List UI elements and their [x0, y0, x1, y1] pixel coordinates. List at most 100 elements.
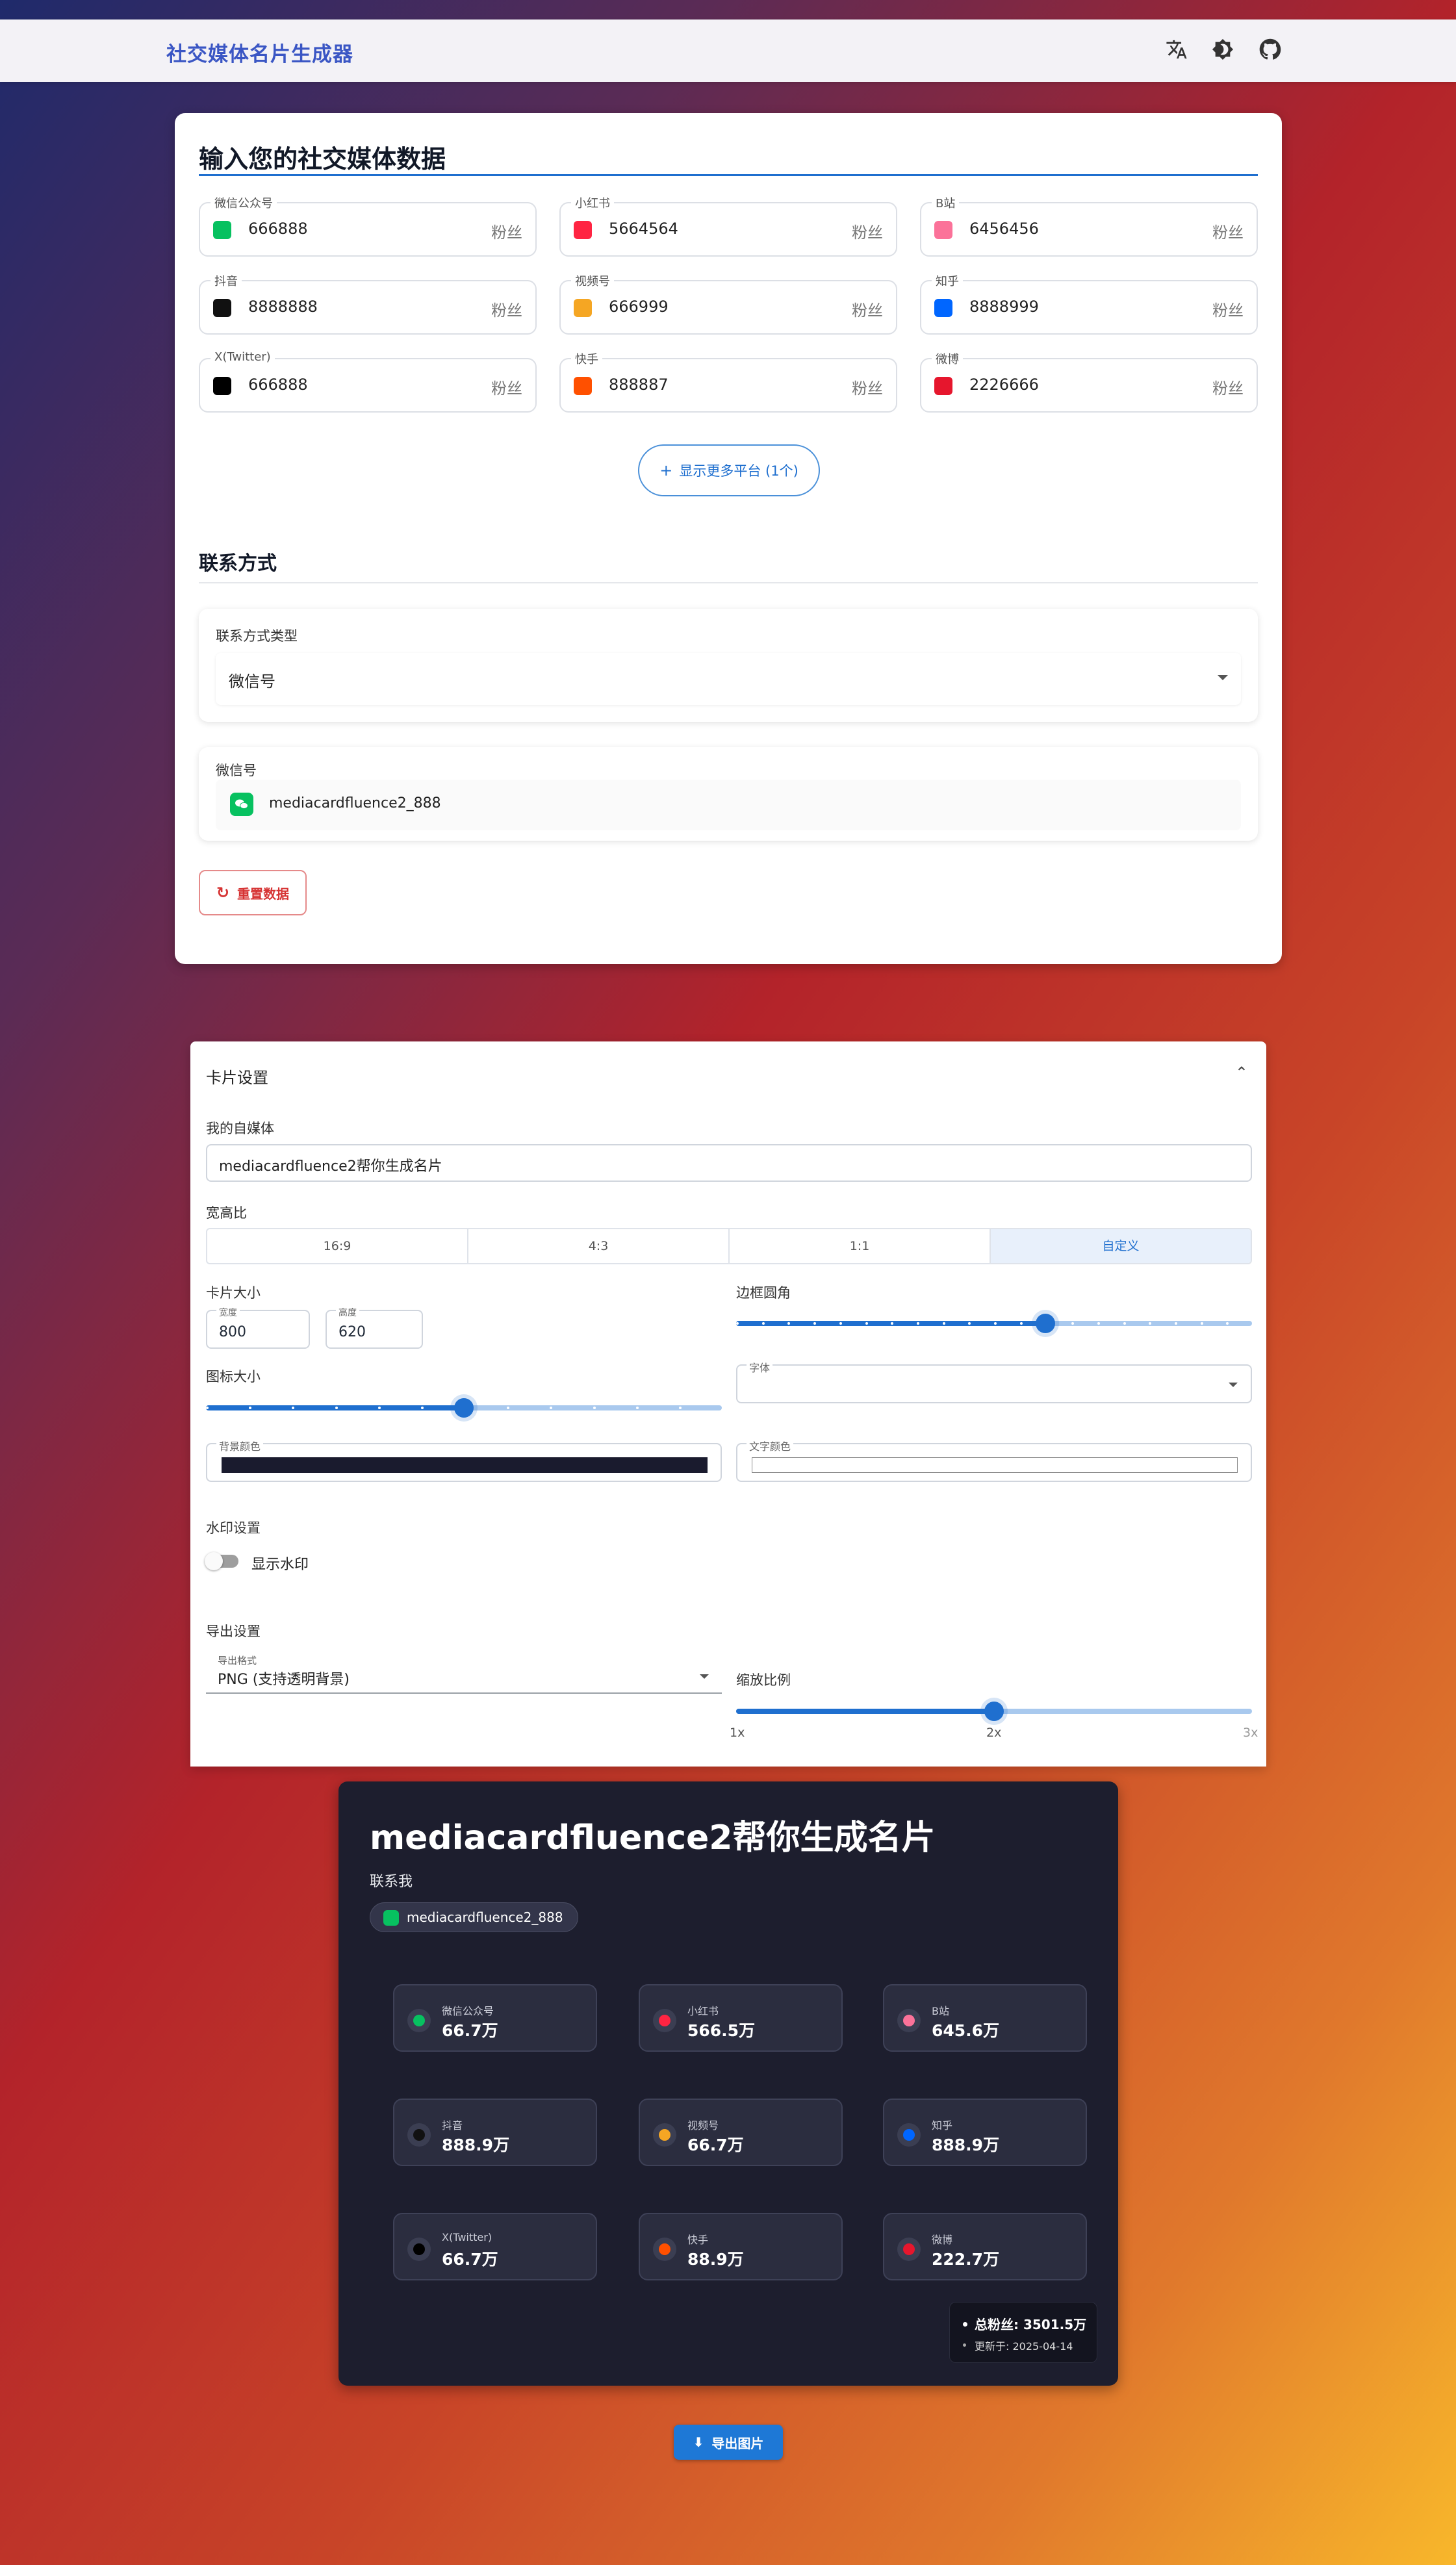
slider-track — [736, 1314, 1255, 1333]
stat-name: 知乎 — [932, 2119, 953, 2132]
slider-tick — [916, 1322, 919, 1325]
slider-tick — [420, 1407, 424, 1409]
radius-slider[interactable] — [736, 1314, 1255, 1333]
contact-type-box: 联系方式类型 微信号 — [199, 609, 1258, 722]
zhihu-icon — [934, 299, 952, 317]
slider-tick — [994, 1322, 997, 1325]
platform-field[interactable]: 小红书 5664564 粉丝 — [559, 194, 897, 257]
stat-value: 645.6万 — [932, 2021, 1000, 2040]
bg-color-picker[interactable]: 背景颜色 — [206, 1438, 722, 1482]
scale-slider[interactable] — [736, 1702, 1252, 1721]
github-icon[interactable] — [1257, 36, 1283, 62]
platform-label: 视频号 — [571, 272, 614, 289]
height-input[interactable]: 高度 620 — [326, 1306, 423, 1349]
platform-label: 微信公众号 — [211, 194, 277, 211]
slider-tick — [839, 1322, 842, 1325]
font-select[interactable]: 字体 — [736, 1359, 1252, 1403]
export-format-label: 导出格式 — [218, 1655, 257, 1666]
ratio-selector: 16:9 4:3 1:1 自定义 — [206, 1228, 1252, 1264]
platform-unit: 粉丝 — [491, 223, 522, 242]
my-media-input[interactable]: mediacardfluence2帮你生成名片 — [206, 1144, 1252, 1182]
slider-tick — [1097, 1322, 1100, 1325]
platform-value: 666999 — [609, 298, 669, 316]
app-title[interactable]: 社交媒体名片生成器 — [166, 38, 353, 67]
contact-field-value: mediacardfluence2_888 — [269, 795, 441, 811]
stat-value: 222.7万 — [932, 2250, 1000, 2269]
weibo-icon — [897, 2238, 921, 2261]
scale-label: 缩放比例 — [736, 1672, 791, 1688]
download-icon: ⬇ — [693, 2434, 704, 2450]
bullet-icon — [963, 2322, 967, 2327]
slider-tick — [507, 1407, 510, 1409]
platform-label: 快手 — [571, 350, 602, 367]
contact-type-select[interactable]: 微信号 — [216, 653, 1241, 705]
platform-field[interactable]: 视频号 666999 粉丝 — [559, 272, 897, 335]
slider-tick — [678, 1407, 682, 1409]
slider-thumb[interactable] — [1036, 1314, 1056, 1333]
stat-name: X(Twitter) — [442, 2231, 492, 2243]
platform-field[interactable]: X(Twitter) 666888 粉丝 — [199, 350, 537, 413]
divider — [199, 582, 1258, 583]
platform-field[interactable]: 知乎 8888999 粉丝 — [920, 272, 1258, 335]
platform-field[interactable]: 抖音 8888888 粉丝 — [199, 272, 537, 335]
show-more-platforms-button[interactable]: + 显示更多平台 (1个) — [638, 444, 820, 496]
xiaohongshu-icon — [653, 2009, 676, 2032]
platform-value: 888887 — [609, 376, 669, 394]
platform-unit: 粉丝 — [491, 379, 522, 398]
icon-size-slider[interactable] — [206, 1398, 724, 1418]
scale-tick-3x: 3x — [1243, 1726, 1258, 1740]
slider-tick — [550, 1407, 553, 1409]
stat-name: 小红书 — [687, 2005, 719, 2017]
reset-data-button[interactable]: ↻ 重置数据 — [199, 870, 307, 915]
width-input[interactable]: 宽度 800 — [206, 1306, 310, 1349]
stat-value: 66.7万 — [687, 2136, 744, 2154]
ratio-option[interactable]: 1:1 — [730, 1229, 991, 1263]
settings-title[interactable]: 卡片设置 — [206, 1065, 268, 1088]
contact-field-box: 微信号 mediacardfluence2_888 — [199, 747, 1258, 841]
weibo-icon — [934, 377, 952, 395]
slider-tick — [722, 1407, 724, 1409]
dropdown-arrow-icon — [700, 1674, 709, 1679]
scale-tick-1x: 1x — [730, 1726, 745, 1740]
bg-color-swatch — [222, 1457, 708, 1473]
slider-tick — [1226, 1322, 1229, 1325]
input-card: 输入您的社交媒体数据 微信公众号 666888 粉丝 小红书 5664564 粉丝 B站 64… — [175, 113, 1282, 964]
slider-tick — [377, 1407, 381, 1409]
translate-icon[interactable] — [1164, 36, 1190, 62]
export-format-select[interactable]: 导出格式 PNG (支持透明背景) — [206, 1655, 722, 1694]
export-format-value: PNG (支持透明背景) — [218, 1672, 350, 1688]
export-image-button[interactable]: ⬇ 导出图片 — [674, 2425, 783, 2460]
kuaishou-icon — [653, 2238, 676, 2261]
platform-field[interactable]: 快手 888887 粉丝 — [559, 350, 897, 413]
bilibili-icon — [897, 2009, 921, 2032]
export-title: 导出设置 — [206, 1624, 261, 1639]
platform-field[interactable]: B站 6456456 粉丝 — [920, 194, 1258, 257]
slider-thumb[interactable] — [454, 1398, 474, 1418]
chevron-up-icon[interactable]: ⌃ — [1235, 1064, 1248, 1082]
watermark-title: 水印设置 — [206, 1520, 261, 1536]
slider-thumb[interactable] — [984, 1702, 1004, 1721]
dropdown-arrow-icon — [1229, 1383, 1238, 1387]
input-section-title: 输入您的社交媒体数据 — [199, 145, 446, 173]
ratio-option[interactable]: 自定义 — [991, 1229, 1251, 1263]
stat-name: 抖音 — [442, 2119, 463, 2132]
contact-field-input[interactable]: mediacardfluence2_888 — [216, 780, 1241, 830]
platform-value: 666888 — [248, 220, 308, 238]
platform-field[interactable]: 微博 2226666 粉丝 — [920, 350, 1258, 413]
text-color-picker[interactable]: 文字颜色 — [736, 1438, 1252, 1482]
watermark-toggle[interactable] — [205, 1552, 238, 1570]
platform-value: 5664564 — [609, 220, 678, 238]
ratio-option[interactable]: 16:9 — [207, 1229, 468, 1263]
ratio-option[interactable]: 4:3 — [468, 1229, 730, 1263]
stat-card: 抖音 888.9万 — [393, 2099, 597, 2166]
stat-card: X(Twitter) 66.7万 — [393, 2213, 597, 2280]
slider-track — [736, 1702, 1252, 1721]
x-twitter-icon — [407, 2238, 431, 2261]
stat-card: 微博 222.7万 — [883, 2213, 1087, 2280]
platform-unit: 粉丝 — [491, 301, 522, 320]
stat-name: B站 — [932, 2005, 949, 2017]
theme-toggle-icon[interactable] — [1210, 36, 1236, 62]
slider-fill — [736, 1709, 994, 1714]
platform-field[interactable]: 微信公众号 666888 粉丝 — [199, 194, 537, 257]
platform-value: 8888999 — [969, 298, 1039, 316]
